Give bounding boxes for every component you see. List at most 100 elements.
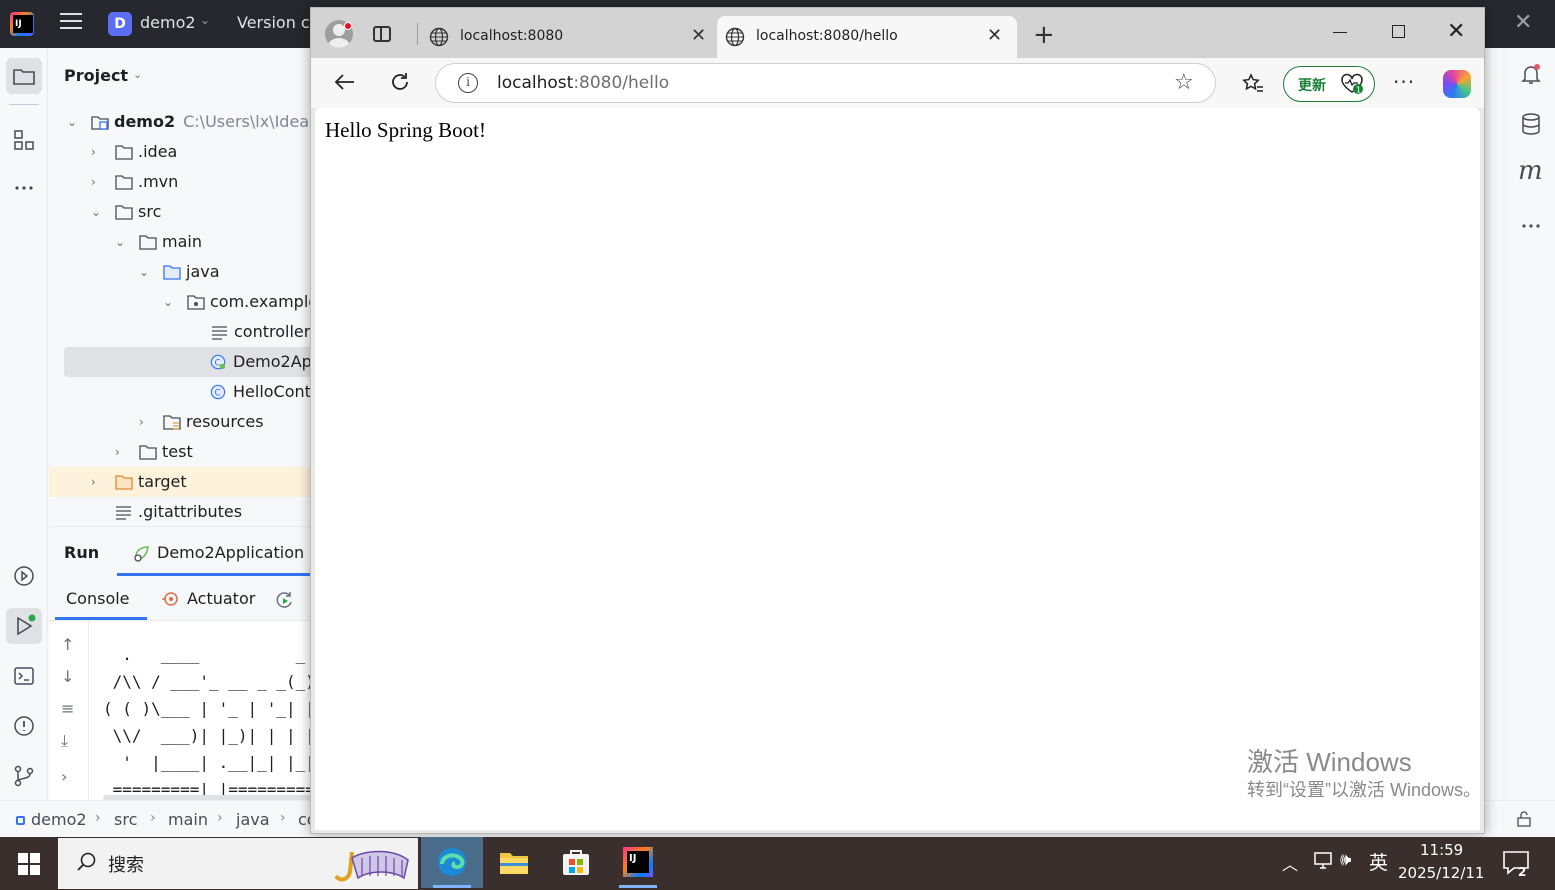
more-horizontal-icon[interactable] bbox=[1519, 214, 1543, 238]
copilot-icon[interactable] bbox=[1443, 70, 1471, 98]
windows-start-icon[interactable] bbox=[18, 853, 40, 875]
back-arrow-icon[interactable] bbox=[333, 70, 357, 94]
tab-actuator[interactable]: Actuator bbox=[187, 589, 255, 608]
run-config-tab[interactable]: Demo2Application bbox=[157, 543, 304, 562]
clock-date[interactable]: 2025/12/11 bbox=[1398, 864, 1484, 882]
chevron-right-icon: › bbox=[150, 810, 156, 826]
tree-row-target[interactable]: › target bbox=[49, 467, 311, 497]
tab-actions-icon[interactable] bbox=[373, 26, 391, 42]
ime-indicator[interactable]: 英 bbox=[1369, 848, 1388, 875]
arrow-up-icon[interactable]: ↑ bbox=[61, 635, 74, 654]
favorites-icon[interactable] bbox=[1241, 72, 1265, 96]
update-button[interactable]: 更新 1 bbox=[1283, 66, 1375, 102]
console-line: /\\ / ___'_ __ _ _(_)_ bbox=[103, 672, 311, 691]
project-badge[interactable]: D bbox=[108, 12, 132, 36]
tree-row-src[interactable]: ⌄ src bbox=[49, 197, 311, 227]
tree-row-controller[interactable]: controller bbox=[49, 317, 311, 347]
console-output: . ____ _ /\\ / ___'_ __ _ _(_)_ ( ( )\___… bbox=[103, 641, 311, 800]
svg-text:1: 1 bbox=[1356, 86, 1361, 95]
run-tool-button[interactable] bbox=[6, 608, 42, 644]
text-file-icon bbox=[212, 326, 227, 340]
breadcrumb-item[interactable]: main bbox=[168, 810, 208, 829]
tab-console[interactable]: Console bbox=[66, 589, 130, 608]
breadcrumb-item[interactable]: demo2 bbox=[31, 810, 87, 829]
volume-icon[interactable]: 🕪 bbox=[1340, 849, 1351, 870]
project-switcher[interactable]: demo2 bbox=[140, 13, 196, 32]
chevron-right-icon[interactable]: › bbox=[139, 407, 153, 437]
tree-row-hellocontroller[interactable]: C HelloController bbox=[49, 377, 311, 407]
chevron-right-icon[interactable]: › bbox=[115, 437, 129, 467]
taskbar-search[interactable]: 搜索 bbox=[58, 838, 418, 889]
browser-tab[interactable]: localhost:8080 ✕ bbox=[421, 16, 721, 58]
tree-label: java bbox=[186, 262, 220, 281]
maximize-icon[interactable] bbox=[1392, 25, 1405, 38]
notifications-bell-icon[interactable] bbox=[1519, 62, 1543, 86]
intellij-logo-icon[interactable] bbox=[10, 12, 34, 36]
browser-tab-active[interactable]: localhost:8080/hello ✕ bbox=[717, 16, 1017, 58]
favorite-star-icon[interactable]: ☆ bbox=[1174, 70, 1194, 95]
chevron-down-icon[interactable]: ⌄ bbox=[163, 287, 177, 317]
taskbar-intellij[interactable]: IJ bbox=[607, 837, 669, 888]
chevron-down-icon[interactable]: ⌄ bbox=[133, 68, 142, 81]
close-window-icon[interactable]: ✕ bbox=[1447, 19, 1465, 44]
services-tool-button[interactable] bbox=[6, 558, 42, 594]
new-tab-plus-icon[interactable]: + bbox=[1033, 20, 1055, 50]
chevron-down-icon[interactable]: ⌄ bbox=[115, 227, 129, 257]
arrow-down-icon[interactable]: ↓ bbox=[61, 667, 74, 686]
chevron-down-icon[interactable]: ⌄ bbox=[200, 13, 210, 27]
tree-row-package[interactable]: ⌄ com.example.demo2 bbox=[49, 287, 311, 317]
database-icon[interactable] bbox=[1519, 112, 1543, 136]
reload-icon[interactable] bbox=[388, 70, 412, 94]
chevron-down-icon[interactable]: ⌄ bbox=[139, 257, 153, 287]
lock-icon[interactable] bbox=[1516, 811, 1532, 827]
more-menu-icon[interactable]: ··· bbox=[1393, 70, 1415, 94]
chevron-right-icon[interactable]: › bbox=[91, 167, 105, 197]
address-bar[interactable]: i localhost:8080/hello ☆ bbox=[435, 63, 1216, 103]
problems-tool-button[interactable] bbox=[6, 708, 42, 744]
page-body-text: Hello Spring Boot! bbox=[325, 118, 486, 142]
chevron-right-icon[interactable]: › bbox=[91, 137, 105, 167]
structure-tool-button[interactable] bbox=[6, 122, 42, 158]
main-menu-icon[interactable] bbox=[60, 13, 82, 33]
minimize-icon[interactable] bbox=[1333, 32, 1347, 33]
network-icon[interactable] bbox=[1312, 851, 1334, 871]
tree-row-main[interactable]: ⌄ main bbox=[49, 227, 311, 257]
panel-title[interactable]: Project bbox=[64, 66, 128, 85]
breadcrumb-item[interactable]: src bbox=[114, 810, 137, 829]
chevron-down-icon[interactable]: ⌄ bbox=[67, 107, 81, 137]
taskbar-store[interactable] bbox=[545, 837, 607, 888]
soft-wrap-icon[interactable]: ≡ bbox=[61, 699, 74, 718]
git-tool-button[interactable] bbox=[6, 758, 42, 794]
more-tools-button[interactable] bbox=[6, 170, 42, 206]
tree-row-java[interactable]: ⌄ java bbox=[49, 257, 311, 287]
chevron-down-icon[interactable]: ⌄ bbox=[91, 197, 105, 227]
terminal-tool-button[interactable] bbox=[6, 658, 42, 694]
tree-row-demo2application[interactable]: C Demo2Application bbox=[64, 347, 311, 377]
project-tool-button[interactable] bbox=[6, 58, 42, 94]
close-icon[interactable]: ✕ bbox=[691, 25, 706, 46]
tree-row-gitattributes[interactable]: .gitattributes bbox=[49, 497, 311, 526]
chevron-up-icon[interactable]: ︿ bbox=[1282, 851, 1298, 875]
tree-row-mvn[interactable]: › .mvn bbox=[49, 167, 311, 197]
site-info-icon[interactable]: i bbox=[458, 73, 478, 93]
breadcrumb-item[interactable]: java bbox=[236, 810, 270, 829]
taskbar-explorer[interactable] bbox=[483, 837, 545, 888]
update-label: 更新 bbox=[1298, 78, 1326, 94]
url-text[interactable]: localhost:8080/hello bbox=[497, 73, 669, 93]
actuator-icon bbox=[162, 592, 178, 606]
rerun-icon[interactable] bbox=[275, 590, 295, 610]
clock-time[interactable]: 11:59 bbox=[1420, 841, 1463, 859]
tree-row-idea[interactable]: › .idea bbox=[49, 137, 311, 167]
tree-row-resources[interactable]: › resources bbox=[49, 407, 311, 437]
divider bbox=[9, 104, 39, 105]
close-icon[interactable]: ✕ bbox=[987, 25, 1002, 46]
chevron-right-icon[interactable]: › bbox=[91, 467, 105, 497]
chevron-right-icon[interactable]: › bbox=[61, 767, 67, 786]
scroll-to-end-icon[interactable]: ⤓ bbox=[61, 731, 68, 751]
maven-icon[interactable]: m bbox=[1518, 156, 1543, 186]
tree-row-test[interactable]: › test bbox=[49, 437, 311, 467]
tree-row-demo2[interactable]: ⌄ demo2 C:\Users\lx\IdeaProjects\demo2 bbox=[49, 107, 311, 137]
folder-icon bbox=[139, 235, 157, 250]
taskbar-edge[interactable] bbox=[421, 837, 483, 888]
ide-close-icon[interactable]: ✕ bbox=[1514, 10, 1532, 35]
